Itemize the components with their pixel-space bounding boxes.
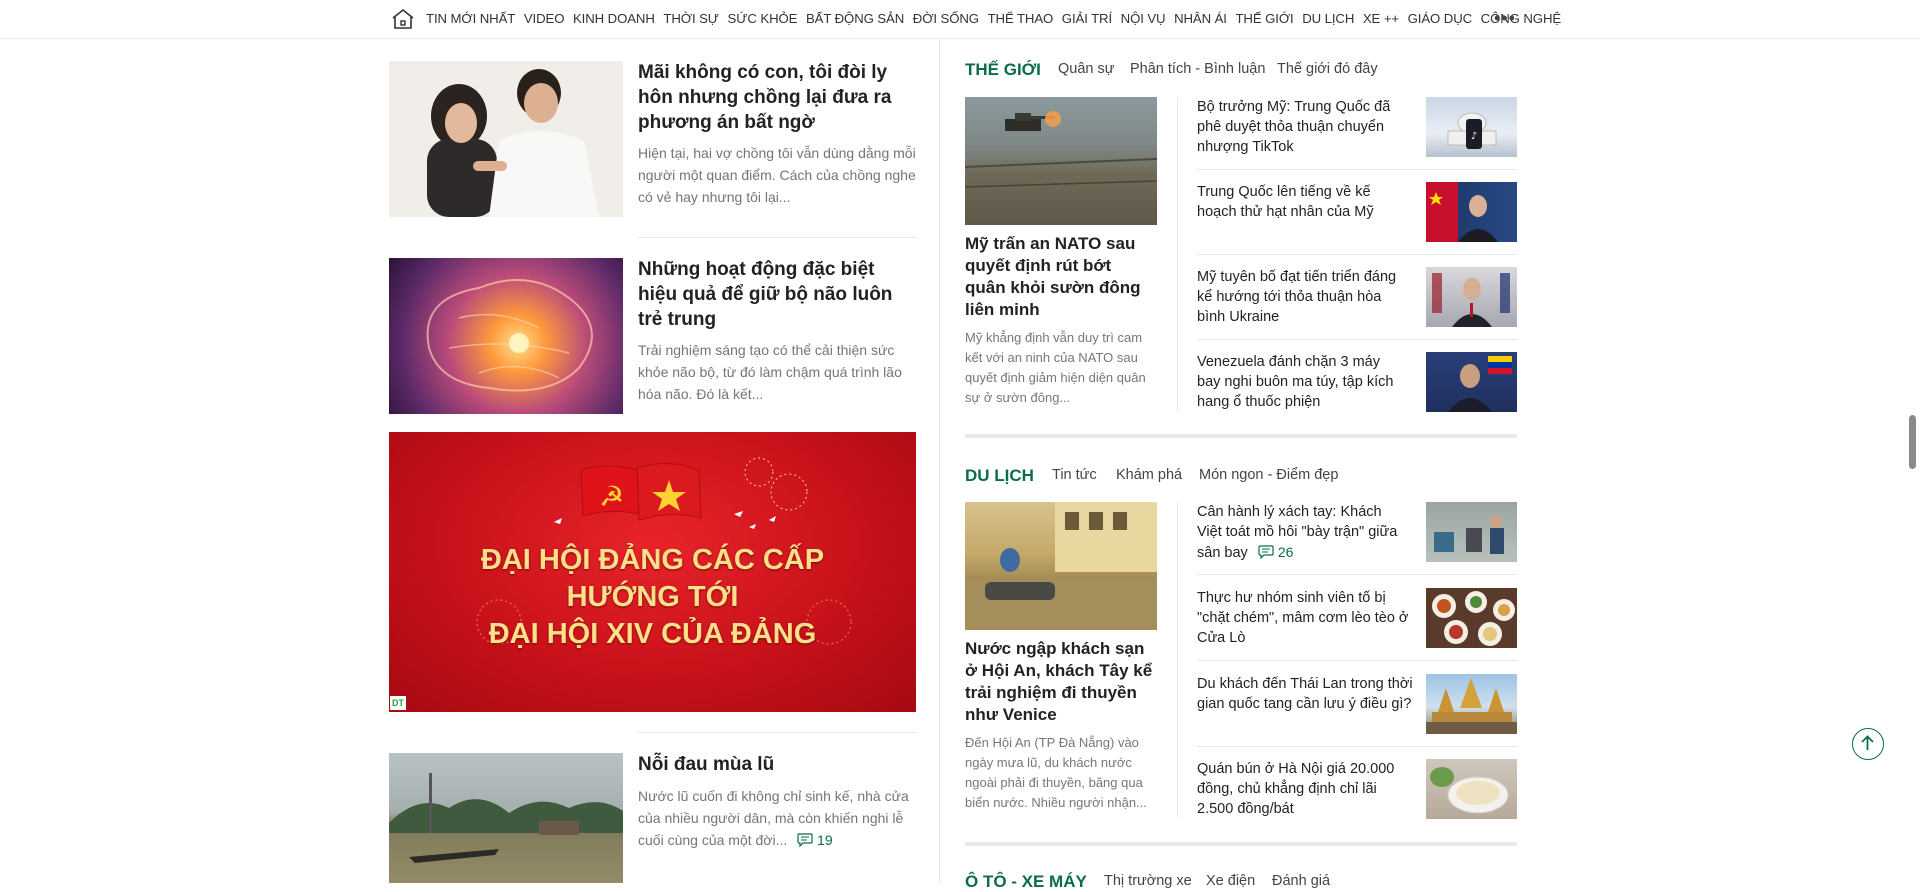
article-title[interactable]: Những hoạt động đặc biệt hiệu quả để giữ…: [638, 257, 918, 332]
sub-link-food-places[interactable]: Món ngon - Điểm đẹp: [1199, 467, 1338, 483]
divider: [1197, 254, 1517, 255]
featured-thumbnail-tank[interactable]: [965, 97, 1157, 225]
sub-link-car-market[interactable]: Thị trường xe: [1104, 873, 1192, 889]
news-thumbnail-temple[interactable]: [1426, 674, 1517, 734]
news-item-title[interactable]: Bộ trưởng Mỹ: Trung Quốc đã phê duyệt th…: [1197, 97, 1407, 157]
inner-divider: [1177, 97, 1178, 412]
article-thumbnail-flood[interactable]: [389, 753, 623, 883]
divider: [1197, 574, 1517, 575]
divider: [1197, 339, 1517, 340]
comment-count[interactable]: 19: [817, 832, 833, 848]
nav-item-home-affairs[interactable]: NỘI VỤ: [1121, 11, 1166, 26]
banner-line-2: HƯỚNG TỚI: [566, 581, 739, 613]
nav-item-vehicles[interactable]: XE ++: [1363, 11, 1399, 26]
section-title-vehicles[interactable]: Ô TÔ - XE MÁY: [965, 872, 1087, 892]
divider: [1197, 660, 1517, 661]
sub-link-news[interactable]: Tin tức: [1052, 467, 1097, 483]
nav-item-video[interactable]: VIDEO: [524, 11, 565, 26]
section-title-world[interactable]: THẾ GIỚI: [965, 60, 1041, 80]
sub-link-explore[interactable]: Khám phá: [1116, 467, 1182, 483]
news-thumbnail-noodle[interactable]: [1426, 759, 1517, 819]
nav-menu: TIN MỚI NHẤT VIDEO KINH DOANH THỜI SỰ SỨ…: [426, 11, 1570, 26]
news-thumbnail-meal[interactable]: [1426, 588, 1517, 648]
sub-link-electric[interactable]: Xe điện: [1206, 873, 1255, 889]
nav-item-travel[interactable]: DU LỊCH: [1302, 11, 1354, 26]
divider: [638, 732, 916, 733]
news-item-title[interactable]: Trung Quốc lên tiếng về kế hoạch thử hạt…: [1197, 182, 1407, 222]
news-thumbnail-capitol[interactable]: ♪: [1426, 97, 1517, 157]
featured-summary: Đến Hội An (TP Đà Nẵng) vào ngày mưa lũ,…: [965, 735, 1147, 810]
divider: [1197, 746, 1517, 747]
divider: [638, 237, 916, 238]
comment-icon: [1258, 545, 1274, 559]
nav-item-real-estate[interactable]: BẤT ĐỘNG SẢN: [806, 11, 904, 26]
section-title-travel[interactable]: DU LỊCH: [965, 466, 1034, 486]
news-item-title[interactable]: Du khách đến Thái Lan trong thời gian qu…: [1197, 674, 1417, 714]
featured-title[interactable]: Nước ngập khách sạn ở Hội An, khách Tây …: [965, 638, 1157, 726]
nav-item-education[interactable]: GIÁO DỤC: [1408, 11, 1473, 26]
nav-item-life[interactable]: ĐỜI SỐNG: [913, 11, 979, 26]
comment-count[interactable]: 26: [1278, 544, 1294, 560]
inner-divider: [1177, 502, 1178, 817]
nav-item-sports[interactable]: THỂ THAO: [988, 11, 1054, 26]
top-navigation: TIN MỚI NHẤT VIDEO KINH DOANH THỜI SỰ SỨ…: [0, 0, 1920, 39]
banner-headline: ĐẠI HỘI ĐẢNG CÁC CẤP HƯỚNG TỚI ĐẠI HỘI X…: [389, 542, 916, 653]
column-divider: [939, 38, 940, 883]
banner-line-1: ĐẠI HỘI ĐẢNG CÁC CẤP: [480, 544, 825, 576]
news-thumbnail-official[interactable]: [1426, 267, 1517, 327]
arrow-up-icon: [1861, 735, 1874, 750]
news-item-title[interactable]: Venezuela đánh chặn 3 máy bay nghi buôn …: [1197, 352, 1407, 412]
comment-icon: [797, 833, 813, 847]
featured-summary: Mỹ khẳng định vẫn duy trì cam kết với an…: [965, 330, 1146, 405]
nav-item-technology[interactable]: CÔNG NGHỆ: [1481, 11, 1562, 26]
sub-link-military[interactable]: Quân sự: [1058, 61, 1114, 77]
article-summary: Trải nghiệm sáng tạo có thể cải thiện sứ…: [638, 342, 902, 402]
article-title[interactable]: Mãi không có con, tôi đòi ly hôn nhưng c…: [638, 60, 918, 135]
divider: [1197, 169, 1517, 170]
sub-link-review[interactable]: Đánh giá: [1272, 873, 1330, 889]
sub-link-analysis[interactable]: Phân tích - Bình luận: [1130, 61, 1265, 77]
featured-thumbnail-hoian-flood[interactable]: [965, 502, 1157, 630]
nav-item-business[interactable]: KINH DOANH: [573, 11, 655, 26]
svg-text:☭: ☭: [599, 480, 624, 513]
news-item-title[interactable]: Mỹ tuyên bố đạt tiến triển đáng kể hướng…: [1197, 267, 1407, 327]
featured-title[interactable]: Mỹ trấn an NATO sau quyết định rút bớt q…: [965, 233, 1155, 321]
nav-item-world[interactable]: THẾ GIỚI: [1235, 11, 1293, 26]
nav-item-health[interactable]: SỨC KHỎE: [728, 11, 798, 26]
nav-item-entertainment[interactable]: GIẢI TRÍ: [1062, 11, 1112, 26]
home-icon[interactable]: [390, 7, 416, 31]
nav-item-charity[interactable]: NHÂN ÁI: [1174, 11, 1227, 26]
news-item-title[interactable]: Thực hư nhóm sinh viên tố bị "chặt chém"…: [1197, 588, 1417, 648]
section-divider: [965, 434, 1517, 438]
news-item-title[interactable]: Cân hành lý xách tay: Khách Việt toát mồ…: [1197, 502, 1407, 563]
article-thumbnail-couple[interactable]: [389, 61, 623, 217]
article-title[interactable]: Nỗi đau mùa lũ: [638, 752, 918, 777]
news-thumbnail-venezuela[interactable]: [1426, 352, 1517, 412]
sub-link-world-around[interactable]: Thế giới đó đây: [1277, 61, 1378, 77]
news-thumbnail-airport[interactable]: [1426, 502, 1517, 562]
scroll-to-top-button[interactable]: [1852, 728, 1884, 760]
article-thumbnail-brain[interactable]: [389, 258, 623, 414]
banner-line-3: ĐẠI HỘI XIV CỦA ĐẢNG: [488, 618, 817, 650]
news-item-title[interactable]: Quán bún ở Hà Nội giá 20.000 đồng, chủ k…: [1197, 759, 1417, 819]
news-item-title-text[interactable]: Cân hành lý xách tay: Khách Việt toát mồ…: [1197, 504, 1397, 561]
party-congress-banner[interactable]: ☭ ĐẠI HỘI ĐẢNG CÁC CẤP HƯỚNG TỚI ĐẠI HỘI…: [389, 432, 916, 712]
nav-item-latest[interactable]: TIN MỚI NHẤT: [426, 11, 515, 26]
article-summary-text: Nước lũ cuốn đi không chỉ sinh kế, nhà c…: [638, 788, 909, 848]
more-icon[interactable]: •••: [1494, 9, 1516, 27]
article-summary: Hiện tại, hai vợ chồng tôi vẫn dùng dằng…: [638, 145, 916, 205]
news-thumbnail-spokesperson[interactable]: [1426, 182, 1517, 242]
svg-text:♪: ♪: [1471, 131, 1477, 142]
scrollbar-thumb[interactable]: [1909, 415, 1916, 469]
section-divider: [965, 842, 1517, 846]
article-summary: Nước lũ cuốn đi không chỉ sinh kế, nhà c…: [638, 785, 918, 851]
banner-badge: DT: [390, 696, 406, 710]
nav-item-current-affairs[interactable]: THỜI SỰ: [663, 11, 719, 26]
